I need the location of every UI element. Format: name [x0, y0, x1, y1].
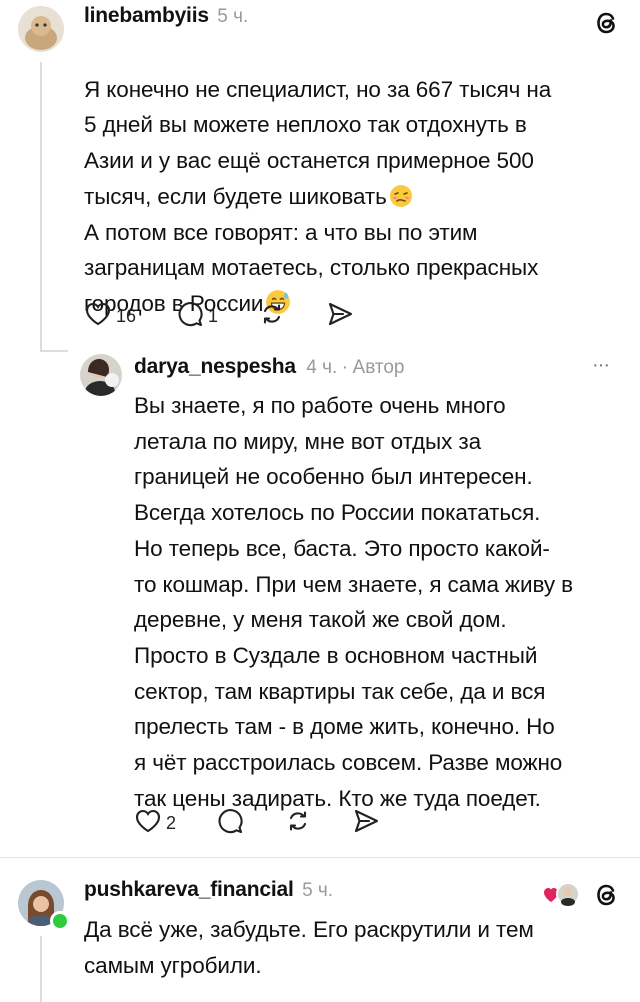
- repost-button[interactable]: [284, 807, 312, 840]
- avatar[interactable]: [80, 354, 122, 396]
- reply-button[interactable]: [216, 807, 244, 840]
- comment-icon: [176, 300, 204, 333]
- like-count: 2: [166, 813, 177, 833]
- liked-by-author-badge: [542, 880, 580, 908]
- username[interactable]: darya_nespesha: [134, 355, 296, 378]
- repost-icon: [284, 807, 312, 840]
- reply-button[interactable]: 1: [176, 300, 218, 333]
- action-bar: 2: [134, 807, 380, 840]
- comment-text: Да всё уже, забудьте. Его раскрутили и т…: [84, 917, 534, 978]
- send-icon: [352, 807, 380, 840]
- send-icon: [326, 300, 354, 333]
- like-count: 16: [116, 306, 137, 326]
- avatar[interactable]: [18, 6, 64, 52]
- timestamp: 4 ч.: [306, 357, 338, 378]
- heart-icon: [84, 301, 112, 332]
- share-button[interactable]: [326, 300, 354, 333]
- reply-text: Вы знаете, я по работе очень много летал…: [134, 393, 573, 811]
- comment-header: linebambyiis 5 ч.: [84, 4, 248, 28]
- repost-button[interactable]: [258, 300, 286, 333]
- more-options-button[interactable]: ···: [592, 354, 610, 377]
- thread-line: [40, 936, 42, 1002]
- comment-header: pushkareva_financial 5 ч.: [84, 878, 333, 902]
- divider: [0, 857, 640, 858]
- separator: ·: [341, 357, 349, 378]
- thread-line: [40, 62, 42, 352]
- comment-icon: [216, 807, 244, 840]
- username[interactable]: linebambyiis: [84, 4, 209, 27]
- reply-count: 1: [208, 306, 219, 326]
- heart-icon: [134, 808, 162, 839]
- action-bar: 16 1: [84, 300, 354, 333]
- repost-icon: [258, 300, 286, 333]
- share-button[interactable]: [352, 807, 380, 840]
- author-badge: Автор: [352, 357, 405, 378]
- reply-header: darya_nespesha 4 ч. · Автор: [134, 355, 405, 379]
- online-status-dot: [50, 911, 70, 931]
- like-button[interactable]: 2: [134, 808, 176, 839]
- threads-logo-icon[interactable]: [592, 8, 622, 38]
- threads-logo-icon[interactable]: [592, 880, 622, 910]
- username[interactable]: pushkareva_financial: [84, 878, 294, 901]
- timestamp: 5 ч.: [217, 6, 249, 27]
- thread-connector: [40, 350, 68, 352]
- like-button[interactable]: 16: [84, 301, 136, 332]
- timestamp: 5 ч.: [302, 880, 334, 901]
